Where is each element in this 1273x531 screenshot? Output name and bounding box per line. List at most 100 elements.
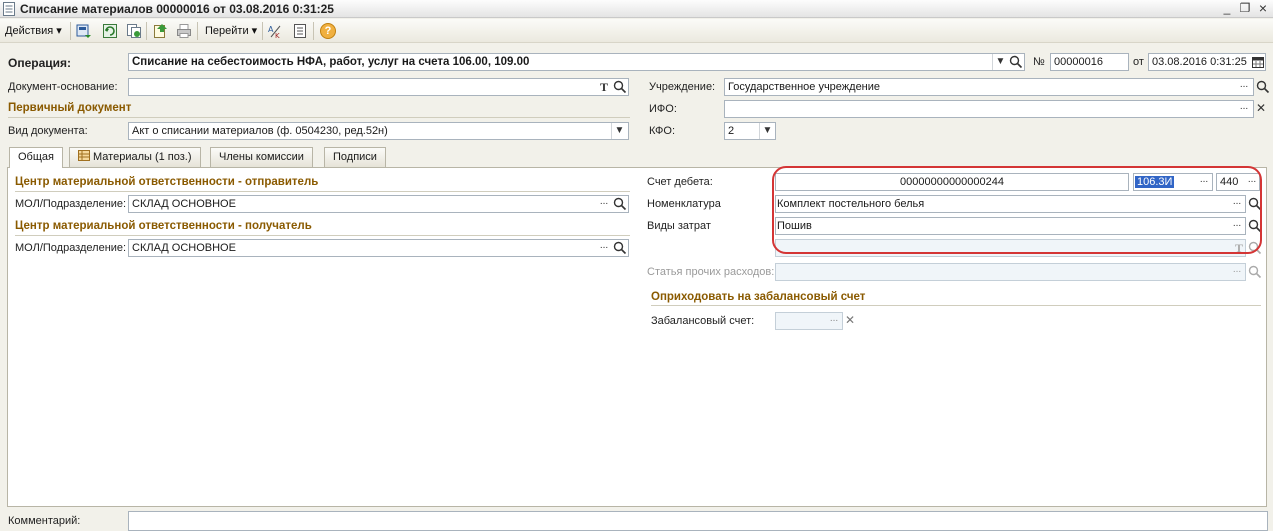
search-icon xyxy=(1248,265,1262,279)
tab-commission-members-label: Члены комиссии xyxy=(219,151,304,163)
print-icon[interactable] xyxy=(176,23,192,39)
search-icon[interactable] xyxy=(1256,80,1270,94)
select-button[interactable]: ... xyxy=(1236,99,1252,115)
kfo-dropdown-button[interactable]: ▼ xyxy=(759,123,775,139)
actions-menu[interactable]: Действия ▾ xyxy=(5,24,62,37)
search-icon[interactable] xyxy=(613,197,627,211)
nomenclature-label: Номенклатура xyxy=(647,198,721,210)
other-expenses-label: Статья прочих расходов: xyxy=(647,266,775,278)
svg-text:K: K xyxy=(275,32,280,39)
ifo-field[interactable]: ... xyxy=(724,100,1254,118)
post-and-close-icon[interactable] xyxy=(76,23,92,39)
tab-signatures[interactable]: Подписи xyxy=(324,147,386,167)
institution-label: Учреждение: xyxy=(649,81,716,93)
base-document-field[interactable]: T xyxy=(128,78,629,96)
date-label: от xyxy=(1133,56,1144,68)
tab-general[interactable]: Общая xyxy=(9,147,63,168)
select-button[interactable]: ... xyxy=(596,194,612,210)
tab-general-label: Общая xyxy=(18,151,54,163)
fill-document-icon[interactable] xyxy=(152,23,168,39)
section-divider xyxy=(651,305,1261,306)
section-divider xyxy=(15,191,630,192)
receiver-mol-label: МОЛ/Подразделение: xyxy=(15,242,127,254)
actions-menu-label: Действия xyxy=(5,25,54,37)
operation-value: Списание на себестоимость НФА, работ, ус… xyxy=(132,56,530,68)
window-title: Списание материалов 00000016 от 03.08.20… xyxy=(20,2,334,16)
tab-commission-members[interactable]: Члены комиссии xyxy=(210,147,313,167)
chevron-down-icon: ▾ xyxy=(56,25,62,37)
number-field[interactable]: 00000016 xyxy=(1050,53,1129,71)
document-journal-icon[interactable] xyxy=(292,23,308,39)
date-value: 03.08.2016 0:31:25 xyxy=(1152,56,1247,68)
svg-text:A: A xyxy=(268,25,274,34)
search-icon[interactable] xyxy=(613,241,627,255)
refresh-icon[interactable] xyxy=(102,23,118,39)
clear-icon[interactable]: ✕ xyxy=(845,313,855,327)
section-divider xyxy=(15,235,630,236)
comment-label: Комментарий: xyxy=(8,515,81,527)
receiver-mol-value: СКЛАД ОСНОВНОЕ xyxy=(132,242,236,254)
operation-field[interactable]: Списание на себестоимость НФА, работ, ус… xyxy=(128,53,1025,71)
goto-menu-label: Перейти xyxy=(205,25,249,37)
receiver-center-heading: Центр материальной ответственности - пол… xyxy=(15,220,312,232)
document-type-field[interactable]: Акт о списании материалов (ф. 0504230, р… xyxy=(128,122,629,140)
offbalance-heading: Оприходовать на забалансовый счет xyxy=(651,291,866,303)
text-type-button[interactable]: T xyxy=(596,79,612,95)
postings-dt-kt-icon[interactable]: A K xyxy=(268,23,284,39)
offbalance-account-label: Забалансовый счет: xyxy=(651,315,755,327)
receiver-mol-field[interactable]: СКЛАД ОСНОВНОЕ ... xyxy=(128,239,629,257)
tab-materials[interactable]: Материалы (1 поз.) xyxy=(69,147,201,167)
number-label: № xyxy=(1033,56,1045,68)
institution-field[interactable]: Государственное учреждение ... xyxy=(724,78,1254,96)
cost-types-label: Виды затрат xyxy=(647,220,711,232)
clear-icon[interactable]: ✕ xyxy=(1256,101,1266,115)
restore-button[interactable]: ❐ xyxy=(1237,1,1253,16)
date-field[interactable]: 03.08.2016 0:31:25 xyxy=(1148,53,1266,71)
other-expenses-field: ... xyxy=(775,263,1246,281)
sender-mol-value: СКЛАД ОСНОВНОЕ xyxy=(132,198,236,210)
highlight-annotation xyxy=(772,166,1262,254)
chevron-down-icon: ▾ xyxy=(251,25,258,37)
institution-value: Государственное учреждение xyxy=(728,81,881,93)
copy-document-icon[interactable] xyxy=(126,23,142,39)
operation-label: Операция: xyxy=(8,56,72,70)
toolbar-divider xyxy=(197,22,198,40)
tab-signatures-label: Подписи xyxy=(333,151,377,163)
document-icon xyxy=(3,2,15,16)
select-button[interactable]: ... xyxy=(596,238,612,254)
toolbar: Действия ▾ Перейти ▾ A K ? xyxy=(0,19,1273,43)
operation-dropdown-button[interactable]: ▼ xyxy=(992,54,1008,70)
section-divider xyxy=(8,117,630,118)
search-icon[interactable] xyxy=(613,80,627,94)
window-titlebar: Списание материалов 00000016 от 03.08.20… xyxy=(0,0,1273,18)
close-button[interactable]: × xyxy=(1255,1,1271,16)
toolbar-divider xyxy=(70,22,71,40)
select-button[interactable]: ... xyxy=(1236,77,1252,93)
primary-document-heading: Первичный документ xyxy=(8,102,132,114)
help-icon[interactable]: ? xyxy=(320,23,336,39)
sender-center-heading: Центр материальной ответственности - отп… xyxy=(15,176,319,188)
search-icon[interactable] xyxy=(1009,55,1023,69)
select-button[interactable]: ... xyxy=(826,311,842,327)
comment-field[interactable] xyxy=(128,511,1268,531)
kfo-label: КФО: xyxy=(649,125,676,137)
toolbar-divider xyxy=(146,22,147,40)
kfo-field[interactable]: 2 ▼ xyxy=(724,122,776,140)
number-value: 00000016 xyxy=(1054,56,1103,68)
document-type-dropdown-button[interactable]: ▼ xyxy=(611,123,627,139)
sender-mol-field[interactable]: СКЛАД ОСНОВНОЕ ... xyxy=(128,195,629,213)
ifo-label: ИФО: xyxy=(649,103,677,115)
offbalance-account-field[interactable]: ... xyxy=(775,312,843,330)
debit-account-label: Счет дебета: xyxy=(647,176,713,188)
toolbar-divider xyxy=(262,22,263,40)
tab-materials-label: Материалы (1 поз.) xyxy=(93,151,192,163)
calendar-icon[interactable] xyxy=(1252,56,1264,68)
document-type-label: Вид документа: xyxy=(8,125,88,137)
select-button: ... xyxy=(1232,264,1242,275)
table-icon xyxy=(78,150,90,161)
goto-menu[interactable]: Перейти ▾ xyxy=(205,24,257,37)
minimize-button[interactable]: _ xyxy=(1219,1,1235,16)
sender-mol-label: МОЛ/Подразделение: xyxy=(15,198,127,210)
document-type-value: Акт о списании материалов (ф. 0504230, р… xyxy=(132,125,388,137)
base-document-label: Документ-основание: xyxy=(8,81,118,93)
